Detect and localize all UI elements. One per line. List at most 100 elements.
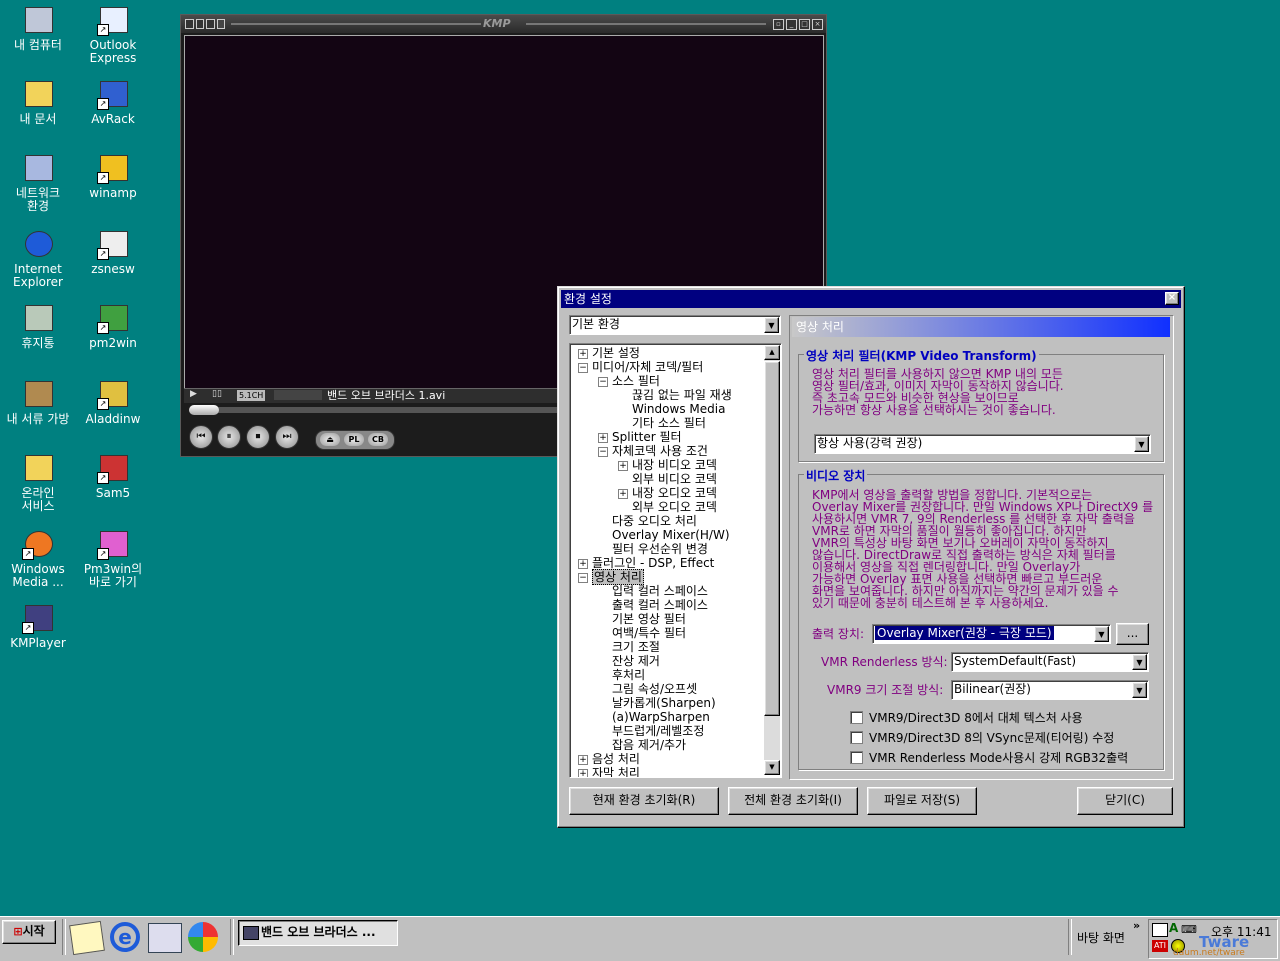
desktop-icon-내-컴퓨터[interactable]: 내 컴퓨터	[0, 4, 76, 52]
tree-item[interactable]: 내장 비디오 코덱	[632, 458, 717, 472]
player-titlebar[interactable]: KMP ▫ _ □ ×	[181, 15, 826, 33]
category-select[interactable]: 기본 환경 ▼	[569, 315, 781, 335]
dialog-close-icon[interactable]: ×	[1165, 292, 1179, 305]
close-button[interactable]: 닫기(C)	[1077, 787, 1173, 815]
tree-item[interactable]: 외부 오디오 코덱	[632, 500, 717, 514]
eject-button[interactable]: ⏏	[320, 433, 340, 446]
tree-item[interactable]: 필터 우선순위 변경	[612, 542, 708, 556]
tree-item[interactable]: 끊김 없는 파일 재생	[632, 388, 732, 402]
ie-quicklaunch-icon[interactable]: e	[110, 922, 140, 952]
desktop-icon-outlook[interactable]: ↗ Outlook Express	[75, 4, 151, 65]
tree-item[interactable]: Splitter 필터	[612, 430, 682, 444]
desktop-icon-sam5[interactable]: ↗ Sam5	[75, 452, 151, 500]
tree-expand-icon[interactable]: +	[598, 433, 608, 443]
vmr-mode-select[interactable]: SystemDefault(Fast) ▼	[951, 652, 1149, 672]
tree-item[interactable]: 소스 필터	[612, 374, 660, 388]
aspect-icon[interactable]: ▯▯	[212, 389, 222, 399]
tree-item[interactable]: 크기 조절	[612, 640, 660, 654]
desktop-icon-avrack[interactable]: ↗ AvRack	[75, 78, 151, 126]
ati-tray-icon[interactable]: ATI	[1152, 940, 1168, 952]
tree-item[interactable]: 부드럽게/레벨조정	[612, 724, 704, 738]
scroll-up-icon[interactable]: ▲	[764, 345, 780, 360]
tree-expand-icon[interactable]: +	[618, 461, 628, 471]
tree-expand-icon[interactable]: +	[578, 769, 588, 777]
desktop-icon-winamp[interactable]: ↗ winamp	[75, 152, 151, 200]
tree-item[interactable]: 자체코덱 사용 조건	[612, 444, 708, 458]
tree-expand-icon[interactable]: +	[578, 755, 588, 765]
scroll-down-icon[interactable]: ▼	[764, 760, 780, 775]
desktop-icon-zsnesw[interactable]: ↗ zsnesw	[75, 228, 151, 276]
tree-item[interactable]: 여백/특수 필터	[612, 626, 686, 640]
stop-button[interactable]: ⏹	[246, 425, 270, 449]
close-icon[interactable]: ×	[812, 19, 823, 30]
pause-button[interactable]: ⏸	[217, 425, 241, 449]
desktop-icon-pm3win의[interactable]: ↗ Pm3win의 바로 가기	[75, 528, 151, 589]
desktop-icon-internet[interactable]: Internet Explorer	[0, 228, 76, 289]
desktop-icon-windows[interactable]: ↗ Windows Media ...	[0, 528, 76, 589]
chevron-down-icon[interactable]: ▼	[1134, 436, 1149, 452]
tree-item[interactable]: 기타 소스 필터	[632, 416, 706, 430]
tree-collapse-icon[interactable]: −	[598, 377, 608, 387]
desktop-icon-휴지통[interactable]: 휴지통	[0, 302, 76, 350]
tree-item[interactable]: 내장 오디오 코덱	[632, 486, 717, 500]
task-kmplayer[interactable]: 밴드 오브 브라더스 ...	[238, 920, 398, 946]
desktop-icon-pm2win[interactable]: ↗ pm2win	[75, 302, 151, 350]
desktop-icon-내-문서[interactable]: 내 문서	[0, 78, 76, 126]
vmr9-size-select[interactable]: Bilinear(권장) ▼	[951, 680, 1149, 700]
keyboard-tray-icon[interactable]: ⌨	[1181, 923, 1197, 936]
tree-item[interactable]: 자막 처리	[592, 766, 640, 777]
output-device-select[interactable]: Overlay Mixer(권장 - 극장 모드) ▼	[872, 624, 1111, 644]
prev-button[interactable]: ⏮	[189, 425, 213, 449]
minimize-icon[interactable]: _	[786, 19, 797, 30]
monitor-tray-icon[interactable]	[1152, 923, 1168, 937]
tree-item[interactable]: 영상 처리	[592, 569, 644, 585]
outlook-quicklaunch-icon[interactable]	[148, 923, 182, 953]
chevron-down-icon[interactable]: ▼	[1094, 626, 1109, 642]
menu-icon[interactable]	[185, 19, 194, 29]
tree-item[interactable]: 잔상 제거	[612, 654, 660, 668]
tree-item[interactable]: Overlay Mixer(H/W)	[612, 528, 730, 542]
media-player-quicklaunch-icon[interactable]	[188, 922, 218, 952]
tree-expand-icon[interactable]: +	[578, 349, 588, 359]
tree-expand-icon[interactable]: +	[618, 489, 628, 499]
tree-collapse-icon[interactable]: −	[578, 573, 588, 583]
settings-tree[interactable]: + 기본 설정 − 미디어/자체 코덱/필터 − 소스 필터 끊김 없는 파일 재생 Wind…	[569, 343, 782, 778]
video-filter-select[interactable]: 항상 사용(강력 권장) ▼	[814, 434, 1151, 454]
tree-item[interactable]: 잡음 제거/추가	[612, 738, 686, 752]
toolbar-chevron-icon[interactable]: »	[1133, 919, 1140, 932]
force-rgb32-checkbox[interactable]	[850, 751, 863, 764]
tree-collapse-icon[interactable]: −	[598, 447, 608, 457]
tree-item[interactable]: 플러그인 - DSP, Effect	[592, 556, 714, 570]
reset-all-button[interactable]: 전체 환경 초기화(I)	[728, 787, 858, 815]
tree-item[interactable]: 음성 처리	[592, 752, 640, 766]
tree-item[interactable]: 입력 컬러 스페이스	[612, 584, 708, 598]
scroll-thumb[interactable]	[764, 361, 780, 716]
tree-item[interactable]: 날카롭게(Sharpen)	[612, 696, 716, 710]
tree-item[interactable]: 출력 컬러 스페이스	[612, 598, 708, 612]
preferences-dialog[interactable]: 환경 설정 × 기본 환경 ▼ + 기본 설정 − 미디어/자체 코덱/필터 − 소스 필…	[557, 286, 1185, 828]
alt-texture-checkbox[interactable]	[850, 711, 863, 724]
tree-item[interactable]: 다중 오디오 처리	[612, 514, 697, 528]
tree-expand-icon[interactable]: +	[578, 559, 588, 569]
tree-item[interactable]: Windows Media	[632, 402, 725, 416]
ontop-icon[interactable]	[195, 19, 204, 29]
dialog-titlebar[interactable]: 환경 설정 ×	[561, 290, 1181, 308]
tree-item[interactable]: 외부 비디오 코덱	[632, 472, 717, 486]
tree-item[interactable]: 미디어/자체 코덱/필터	[592, 360, 703, 374]
tree-item[interactable]: 기본 설정	[592, 346, 640, 360]
save-to-file-button[interactable]: 파일로 저장(S)	[867, 787, 977, 815]
tree-scrollbar[interactable]: ▲ ▼	[764, 345, 780, 775]
tree-item[interactable]: (a)WarpSharpen	[612, 710, 710, 724]
tree-item[interactable]: 그림 속성/오프셋	[612, 682, 697, 696]
desktop-icon-내-서류-가방[interactable]: 내 서류 가방	[0, 378, 76, 426]
tree-item[interactable]: 기본 영상 필터	[612, 612, 686, 626]
desktop-icon-aladdinw[interactable]: ↗ Aladdinw	[75, 378, 151, 426]
desktop-icon-온라인[interactable]: 온라인 서비스	[0, 452, 76, 513]
maximize-icon[interactable]: □	[799, 19, 810, 30]
chevron-down-icon[interactable]: ▼	[764, 317, 779, 333]
ime-tray-icon[interactable]: A	[1169, 921, 1178, 935]
control-box-button[interactable]: CB	[368, 433, 388, 446]
info-icon[interactable]	[216, 19, 225, 29]
tree-collapse-icon[interactable]: −	[578, 363, 588, 373]
output-device-browse-button[interactable]: ...	[1116, 623, 1149, 645]
